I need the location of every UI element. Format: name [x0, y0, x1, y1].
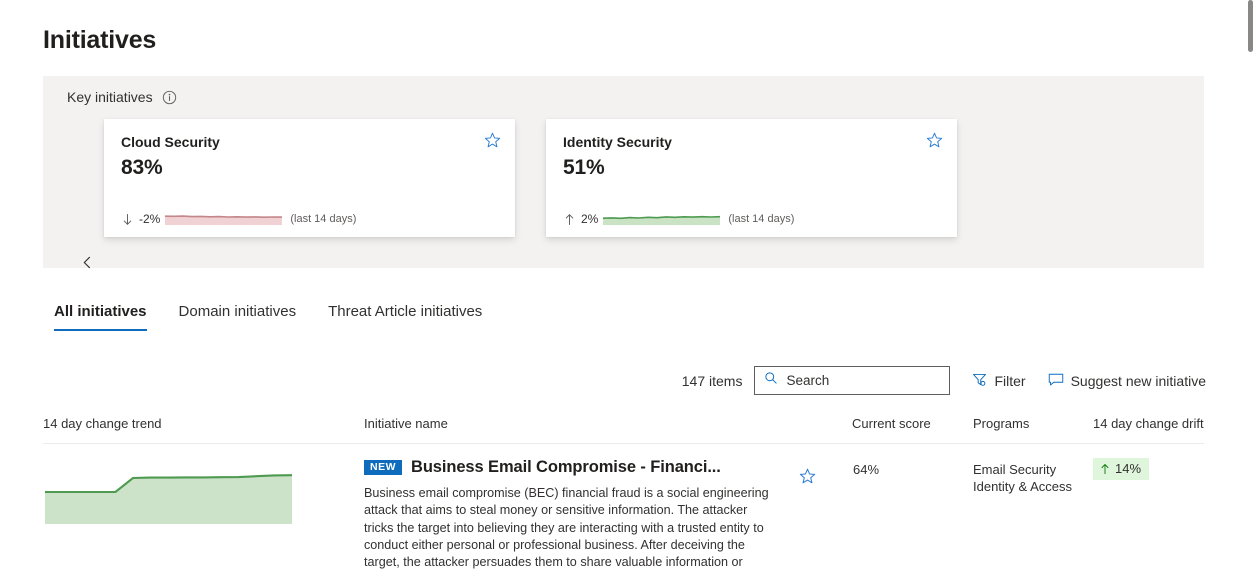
- info-circle-icon[interactable]: [162, 90, 177, 105]
- filter-icon: [972, 372, 987, 390]
- search-input[interactable]: [786, 373, 937, 388]
- column-header-programs[interactable]: Programs: [973, 416, 1029, 431]
- key-initiative-cards: Cloud Security 83% -2% (last 14 days) Id…: [104, 119, 957, 237]
- card-initiative-name: Identity Security: [563, 134, 672, 150]
- card-sparkline-chart: [165, 215, 283, 225]
- card-score: 51%: [563, 156, 605, 179]
- favorite-star-icon[interactable]: [484, 132, 501, 149]
- key-initiative-card[interactable]: Identity Security 51% 2% (last 14 days): [546, 119, 957, 237]
- card-trend: -2% (last 14 days): [121, 212, 356, 226]
- suggest-new-initiative-button[interactable]: Suggest new initiative: [1048, 372, 1206, 390]
- row-change-drift: 14%: [1093, 458, 1150, 480]
- drift-badge: 14%: [1093, 458, 1150, 480]
- card-trend-percent: 2%: [581, 212, 599, 226]
- column-header-current-score[interactable]: Current score: [852, 416, 931, 431]
- column-header-change-trend[interactable]: 14 day change trend: [43, 416, 162, 431]
- arrow-down-icon: [121, 213, 134, 226]
- initiatives-page: Initiatives Key initiatives Cloud Securi…: [0, 0, 1256, 570]
- card-score: 83%: [121, 156, 163, 179]
- card-trend-note: (last 14 days): [290, 213, 357, 225]
- key-initiatives-title: Key initiatives: [67, 89, 153, 105]
- program-name: Identity & Access: [973, 478, 1072, 494]
- column-header-change-drift[interactable]: 14 day change drift: [1093, 416, 1204, 431]
- tab-threat-article-initiatives[interactable]: Threat Article initiatives: [328, 303, 482, 331]
- program-name: Email Security: [973, 462, 1057, 477]
- key-initiatives-panel: Key initiatives Cloud Security 83% -2% (…: [43, 76, 1204, 268]
- tab-domain-initiatives[interactable]: Domain initiatives: [179, 303, 297, 331]
- initiatives-tablist: All initiatives Domain initiatives Threa…: [54, 303, 482, 331]
- tab-all-initiatives[interactable]: All initiatives: [54, 303, 147, 331]
- search-box[interactable]: [754, 366, 951, 395]
- item-count-label: 147 items: [681, 372, 743, 389]
- page-scrollbar[interactable]: [1242, 0, 1256, 570]
- filter-label: Filter: [994, 372, 1026, 389]
- row-initiative-cell: NEW Business Email Compromise - Financi.…: [364, 458, 824, 570]
- column-header-initiative-name[interactable]: Initiative name: [364, 416, 448, 431]
- comment-icon: [1048, 372, 1064, 390]
- row-initiative-name[interactable]: Business Email Compromise - Financi...: [411, 458, 721, 477]
- arrow-up-icon: [563, 213, 576, 226]
- row-current-score: 64%: [853, 462, 880, 477]
- drift-percent: 14%: [1115, 461, 1142, 476]
- initiatives-table-header: 14 day change trend Initiative name Curr…: [43, 416, 1204, 444]
- row-change-trend-chart: [45, 466, 292, 524]
- search-icon: [764, 371, 778, 390]
- table-command-bar: 147 items Filter: [682, 366, 1206, 395]
- key-initiatives-header: Key initiatives: [67, 89, 177, 105]
- filter-button[interactable]: Filter: [972, 372, 1026, 390]
- suggest-label: Suggest new initiative: [1070, 372, 1206, 389]
- card-trend-note: (last 14 days): [728, 213, 795, 225]
- scrollbar-thumb[interactable]: [1248, 0, 1253, 52]
- table-row[interactable]: NEW Business Email Compromise - Financi.…: [43, 452, 1204, 570]
- page-title: Initiatives: [43, 26, 157, 54]
- card-sparkline-chart: [603, 215, 721, 225]
- favorite-star-icon[interactable]: [926, 132, 943, 149]
- card-trend-percent: -2%: [139, 212, 161, 226]
- status-badge: NEW: [364, 459, 402, 476]
- row-name-line: NEW Business Email Compromise - Financi.…: [364, 458, 824, 477]
- card-initiative-name: Cloud Security: [121, 134, 220, 150]
- row-programs: Email Security Identity & Access: [973, 462, 1072, 495]
- chevron-left-icon: [83, 256, 90, 268]
- key-initiative-card[interactable]: Cloud Security 83% -2% (last 14 days): [104, 119, 515, 237]
- card-trend: 2% (last 14 days): [563, 212, 794, 226]
- row-initiative-description: Business email compromise (BEC) financia…: [364, 486, 769, 570]
- arrow-up-icon: [1099, 463, 1111, 475]
- carousel-prev-button[interactable]: [77, 252, 97, 272]
- favorite-star-icon[interactable]: [799, 468, 816, 485]
